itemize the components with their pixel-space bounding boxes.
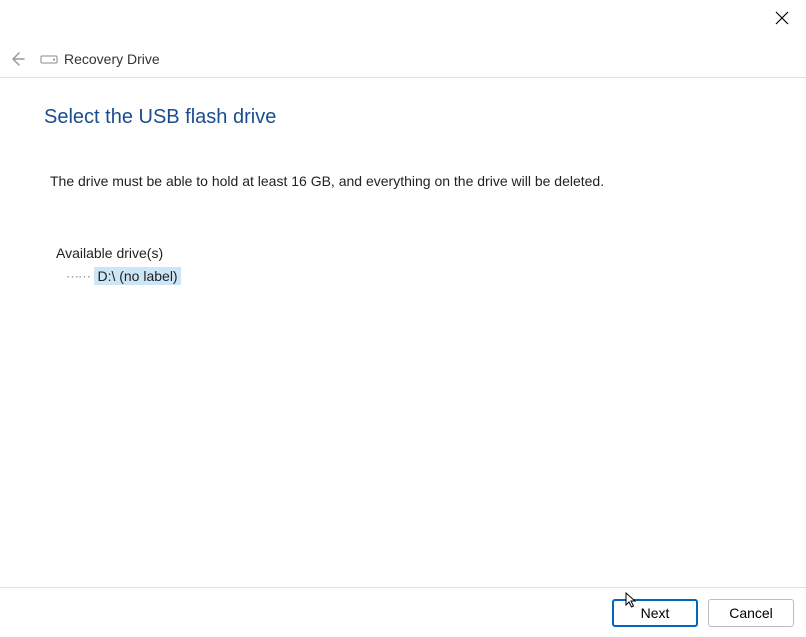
footer-bar: Next Cancel	[0, 587, 806, 637]
instructions-text: The drive must be able to hold at least …	[44, 173, 762, 189]
close-icon	[775, 11, 789, 25]
back-button[interactable]	[4, 46, 30, 72]
drive-tree: ⋯⋯ D:\ (no label)	[56, 267, 762, 286]
next-button[interactable]: Next	[612, 599, 698, 627]
available-drives-section: Available drive(s) ⋯⋯ D:\ (no label)	[44, 245, 762, 286]
content-area: Select the USB flash drive The drive mus…	[0, 78, 806, 587]
tree-connector-icon: ⋯⋯	[66, 269, 90, 285]
page-heading: Select the USB flash drive	[44, 106, 762, 129]
window-title: Recovery Drive	[64, 51, 160, 67]
header-bar: Recovery Drive	[0, 40, 806, 78]
drive-item-d[interactable]: D:\ (no label)	[94, 267, 180, 285]
available-drives-label: Available drive(s)	[56, 245, 762, 261]
recovery-drive-icon	[40, 52, 58, 66]
back-arrow-icon	[9, 51, 25, 67]
close-button[interactable]	[772, 8, 792, 28]
cancel-button[interactable]: Cancel	[708, 599, 794, 627]
